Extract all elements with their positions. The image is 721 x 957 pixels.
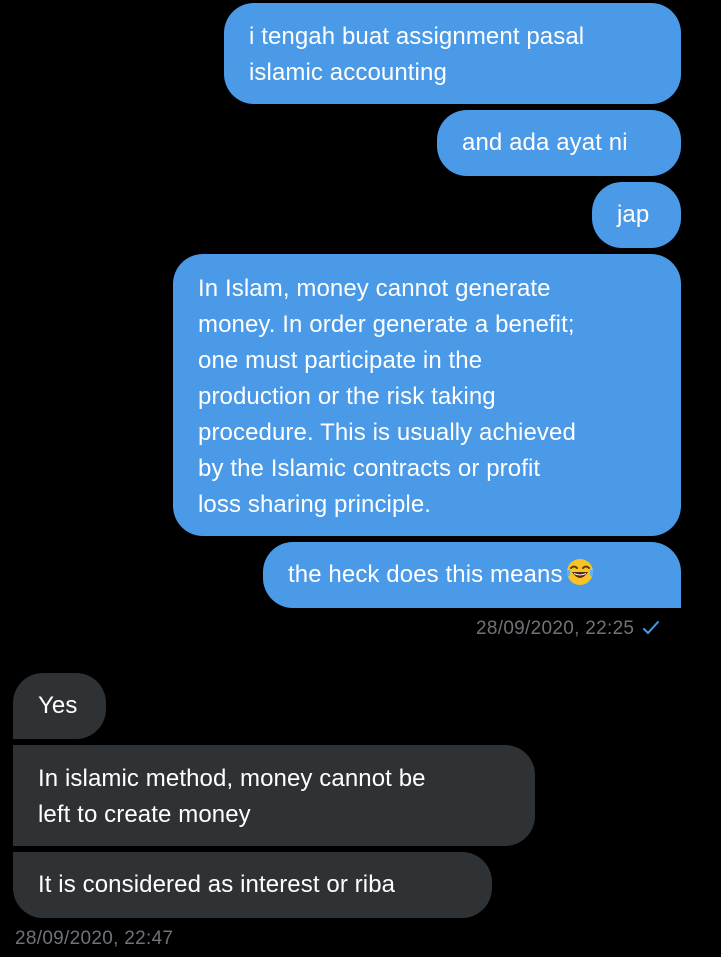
- message-line: Yes: [38, 692, 78, 719]
- sent-timestamp: 28/09/2020, 22:25: [476, 618, 660, 640]
- message-line: by the Islamic contracts or profit: [198, 455, 541, 482]
- message-line: the heck does this means: [288, 557, 656, 593]
- received-message[interactable]: Yes: [13, 673, 106, 739]
- message-line: procedure. This is usually achieved: [198, 419, 576, 446]
- message-thread: i tengah buat assignment pasal islamic a…: [0, 0, 721, 957]
- sent-message[interactable]: jap: [592, 182, 681, 248]
- message-line: and ada ayat ni: [462, 129, 628, 156]
- message-line: islamic accounting: [249, 59, 447, 86]
- sent-message[interactable]: i tengah buat assignment pasal islamic a…: [224, 3, 681, 104]
- message-line: production or the risk taking: [198, 383, 496, 410]
- sent-message[interactable]: the heck does this means: [263, 542, 681, 608]
- received-message[interactable]: It is considered as interest or riba: [13, 852, 492, 918]
- message-line: In islamic method, money cannot be: [38, 765, 426, 792]
- checkmark-icon: [643, 621, 660, 634]
- message-line: It is considered as interest or riba: [38, 871, 396, 898]
- sent-message[interactable]: In Islam, money cannot generate money. I…: [173, 254, 681, 536]
- message-line: left to create money: [38, 801, 251, 828]
- received-message[interactable]: In islamic method, money cannot be left …: [13, 745, 535, 846]
- tears-of-joy-emoji: [566, 559, 593, 585]
- sent-message[interactable]: and ada ayat ni: [437, 110, 681, 176]
- timestamp-text: 28/09/2020, 22:47: [15, 928, 174, 949]
- message-line: In Islam, money cannot generate: [198, 275, 551, 302]
- message-line: one must participate in the: [198, 347, 483, 374]
- message-line: loss sharing principle.: [198, 491, 432, 518]
- message-line: jap: [617, 201, 650, 228]
- message-line: i tengah buat assignment pasal: [249, 23, 585, 50]
- timestamp-text: 28/09/2020, 22:25: [476, 618, 635, 639]
- message-line: money. In order generate a benefit;: [198, 311, 575, 338]
- received-timestamp: 28/09/2020, 22:47: [15, 928, 173, 950]
